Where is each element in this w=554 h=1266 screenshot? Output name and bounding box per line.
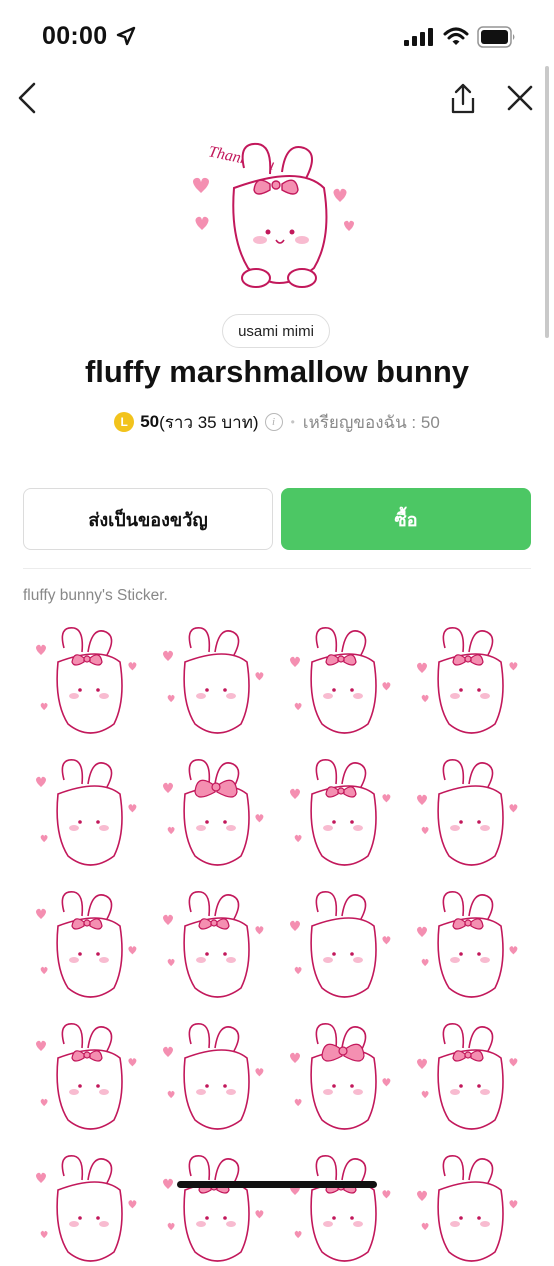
sticker-title: fluffy marshmallow bunny [84,354,470,389]
close-icon[interactable] [506,84,534,112]
price-row: L 50 (ราว 35 บาท) i • เหรียญของฉัน : 50 [0,408,554,436]
my-coins-balance: เหรียญของฉัน : 50 [302,412,440,432]
sticker-item[interactable] [278,1014,398,1134]
sticker-item[interactable] [151,882,271,1002]
line-coin-icon: L [114,412,135,432]
sticker-item[interactable] [24,1014,144,1134]
sticker-item[interactable] [278,1146,398,1266]
info-icon[interactable]: i [264,413,283,431]
battery-icon [477,26,515,48]
buy-button[interactable]: ซื้อ [281,488,531,550]
sticker-item[interactable] [405,1014,525,1134]
back-chevron-icon[interactable] [14,80,46,116]
sticker-item[interactable] [24,618,144,738]
main-sticker-image: Thank you [193,142,354,288]
sticker-item[interactable] [405,882,525,1002]
divider [23,568,531,569]
wifi-icon [443,27,469,45]
status-bar: 00:00 [0,0,554,70]
sticker-description: fluffy bunny's Sticker. [23,587,168,604]
home-indicator[interactable] [177,1181,377,1188]
sticker-item[interactable] [24,1146,144,1266]
price-value: 50 [140,412,160,431]
share-icon[interactable] [448,82,478,116]
sticker-item[interactable] [278,750,398,870]
status-time: 00:00 [42,22,108,50]
location-arrow-icon [116,26,136,46]
sticker-item[interactable] [405,750,525,870]
sticker-item[interactable] [151,618,271,738]
scrollbar[interactable] [545,66,549,338]
sticker-item[interactable] [278,882,398,1002]
price-approx: (ราว 35 บาท) [159,412,259,432]
sticker-item[interactable] [151,1146,271,1266]
author-name-chip[interactable]: usami mimi [222,314,330,348]
signal-icon [404,28,433,46]
sticker-item[interactable] [151,1014,271,1134]
sticker-item[interactable] [405,618,525,738]
sticker-item[interactable] [24,750,144,870]
send-as-gift-button[interactable]: ส่งเป็นของขวัญ [23,488,273,550]
sticker-item[interactable] [151,750,271,870]
sticker-item[interactable] [24,882,144,1002]
sticker-item[interactable] [278,618,398,738]
separator-dot: • [290,415,295,429]
sticker-item[interactable] [405,1146,525,1266]
